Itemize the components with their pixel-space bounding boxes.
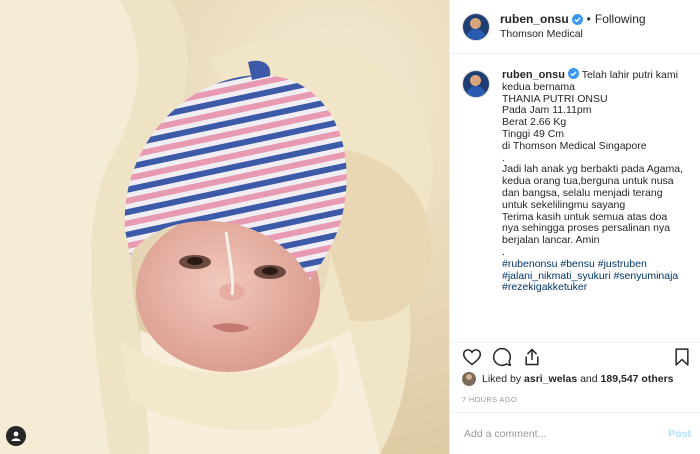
likes-prefix: Liked by [482,373,522,385]
caption-line: di Thomson Medical Singapore [502,139,647,152]
caption-first-line: ruben_onsu Telah lahir putri kami [502,68,683,82]
comment-icon [492,347,512,367]
like-button[interactable] [462,347,482,367]
liker-username-link[interactable]: asri_welas [524,373,577,385]
comment-input[interactable] [462,426,646,441]
caption-line: Telah lahir putri kami [581,69,678,81]
hashtag-links[interactable]: #rubenonsu #bensu #justruben [502,258,683,271]
action-bar [450,342,700,371]
likes-summary: Liked by asri_welas and 189,547 others [462,372,674,386]
header-info: ruben_onsu • Following Thomson Medical [500,12,646,41]
caption-line: kedua bernama [502,80,575,93]
separator-dot: • [586,12,591,26]
post-comment-button[interactable]: Post [668,428,691,440]
caption-username-link[interactable]: ruben_onsu [502,69,565,81]
share-button[interactable] [522,347,542,367]
username-link[interactable]: ruben_onsu [500,12,569,27]
tag-people-button[interactable] [6,426,26,446]
user-tag-icon [11,431,21,441]
comment-bar: Post [450,412,700,454]
verified-badge-icon [571,14,583,25]
instagram-post: ruben_onsu • Following Thomson Medical r… [0,0,700,454]
location-link[interactable]: Thomson Medical [500,28,646,41]
caption-line: Tinggi 49 Cm [502,127,565,140]
caption: ruben_onsu Telah lahir putri kami kedua … [450,54,700,335]
liker-avatar[interactable] [462,372,476,386]
newborn-baby-image [0,0,449,454]
likes-count-link[interactable]: 189,547 others [601,373,674,385]
post-photo[interactable] [0,0,449,454]
post-header: ruben_onsu • Following Thomson Medical [450,0,700,54]
comment-button[interactable] [492,347,512,367]
bookmark-icon [675,348,689,366]
caption-line: untuk sekelilingmu sayang [502,198,626,211]
share-icon [525,348,539,366]
caption-avatar[interactable] [462,70,490,98]
avatar[interactable] [462,12,490,41]
post-timestamp[interactable]: 7 HOURS AGO [462,395,517,404]
heart-icon [462,349,482,366]
post-sidebar: ruben_onsu • Following Thomson Medical r… [449,0,700,454]
caption-line: dan bangsa, selalu menjadi terang [502,186,663,199]
likes-and: and [580,373,598,385]
hashtag-links[interactable]: #rezekigakketuker [502,282,683,294]
caption-body: ruben_onsu Telah lahir putri kami kedua … [502,68,683,335]
save-button[interactable] [672,347,692,367]
header-line: ruben_onsu • Following [500,12,646,27]
caption-line: . [502,245,505,258]
caption-line: berjalan lancar. Amin [502,234,600,247]
following-button[interactable]: Following [595,12,646,27]
verified-badge-icon [567,68,579,79]
